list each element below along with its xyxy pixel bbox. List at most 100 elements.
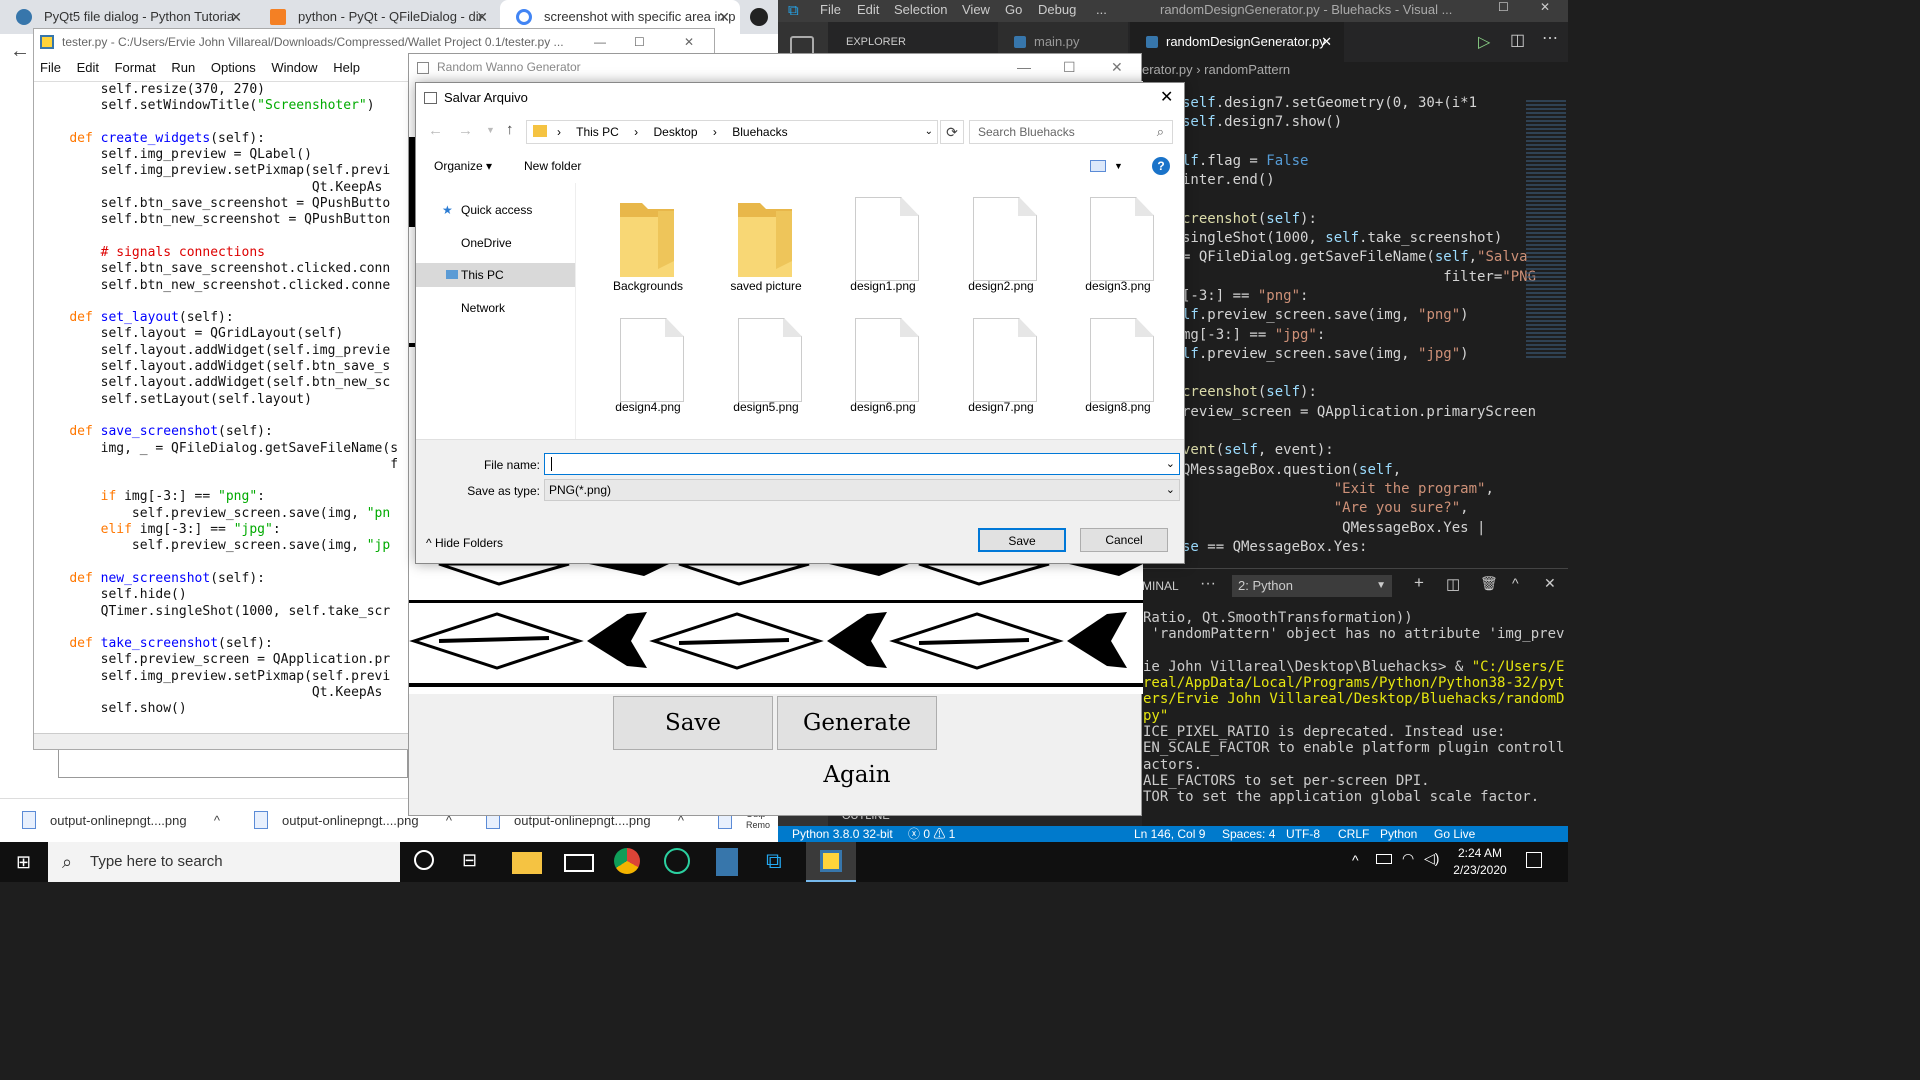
menu-help[interactable]: Help: [333, 60, 360, 75]
menu-format[interactable]: Format: [115, 60, 156, 75]
folder-item[interactable]: Backgrounds: [592, 183, 704, 301]
go-live[interactable]: Go Live: [1434, 826, 1475, 842]
close-icon[interactable]: ✕: [1160, 83, 1173, 113]
breadcrumb-this-pc[interactable]: This PC: [576, 125, 619, 139]
close-icon[interactable]: ✕: [1544, 575, 1556, 592]
refresh-icon[interactable]: ⟳: [940, 120, 964, 144]
chevron-down-icon[interactable]: ⌄: [925, 121, 933, 143]
upwork-icon[interactable]: [664, 848, 690, 874]
encoding[interactable]: UTF-8: [1286, 826, 1320, 842]
wifi-icon[interactable]: ◠: [1402, 850, 1414, 867]
tab-random-design[interactable]: randomDesignGenerator.py ✕: [1130, 22, 1344, 62]
save-type-select[interactable]: PNG(*.png) ⌄: [544, 479, 1180, 501]
breadcrumb-desktop[interactable]: Desktop: [654, 125, 698, 139]
nav-this-pc[interactable]: This PC: [416, 263, 575, 287]
python-idle-icon[interactable]: [716, 848, 738, 876]
split-editor-icon[interactable]: ◫: [1510, 30, 1525, 50]
menu-run[interactable]: Run: [171, 60, 195, 75]
terminal-select[interactable]: 2: Python ▼: [1232, 575, 1392, 597]
maximize-icon[interactable]: ☐: [634, 29, 645, 56]
hide-folders-toggle[interactable]: ^ Hide Folders: [426, 536, 503, 550]
problems-count[interactable]: ⓧ 0 ⚠ 1: [908, 826, 955, 842]
file-item[interactable]: design7.png: [945, 304, 1057, 422]
close-icon[interactable]: ✕: [1321, 22, 1332, 62]
breadcrumb-class[interactable]: randomPattern: [1204, 62, 1290, 77]
back-arrow-icon[interactable]: ←: [10, 40, 30, 63]
menu-view[interactable]: View: [962, 2, 990, 17]
mail-icon[interactable]: [564, 854, 594, 872]
menu-file[interactable]: File: [820, 2, 841, 17]
chevron-down-icon[interactable]: ⌄: [1166, 454, 1175, 474]
file-explorer-icon[interactable]: [512, 852, 542, 874]
chevron-up-icon[interactable]: ^: [1512, 575, 1519, 591]
chevron-up-icon[interactable]: ^: [1352, 852, 1359, 868]
file-item[interactable]: design8.png: [1062, 304, 1174, 422]
menu-go[interactable]: Go: [1005, 2, 1022, 17]
minimap[interactable]: [1526, 100, 1566, 360]
address-bar[interactable]: › This PC › Desktop › Bluehacks ⌄: [526, 120, 938, 144]
run-icon[interactable]: ▷: [1478, 32, 1490, 52]
language-mode[interactable]: Python: [1380, 826, 1417, 842]
menu-edit[interactable]: Edit: [77, 60, 99, 75]
close-icon[interactable]: ✕: [684, 29, 694, 56]
split-terminal-icon[interactable]: ◫: [1446, 575, 1460, 593]
up-arrow-icon[interactable]: ↑: [506, 121, 514, 138]
terminal-output[interactable]: Ratio, Qt.SmoothTransformation)) 'random…: [1143, 610, 1564, 806]
minimize-icon[interactable]: —: [1017, 54, 1031, 81]
line-ending[interactable]: CRLF: [1338, 826, 1369, 842]
download-item[interactable]: output-onlinepngt....png ^: [0, 799, 230, 843]
cortana-icon[interactable]: [414, 850, 434, 870]
save-button[interactable]: Save: [613, 696, 773, 750]
nav-onedrive[interactable]: OneDrive: [416, 231, 575, 255]
menu-window[interactable]: Window: [271, 60, 317, 75]
generate-again-button[interactable]: Generate Again: [777, 696, 937, 788]
folder-item[interactable]: saved picture: [710, 183, 822, 301]
close-icon[interactable]: ✕: [1540, 0, 1550, 14]
file-name-input[interactable]: ⌄: [544, 453, 1180, 475]
back-arrow-icon[interactable]: ←: [428, 122, 443, 139]
menu-edit[interactable]: Edit: [857, 2, 879, 17]
taskbar-search[interactable]: ⌕ Type here to search: [48, 842, 400, 882]
dialog-save-button[interactable]: Save: [978, 528, 1066, 552]
vscode-code-editor[interactable]: self.design7.setGeometry(0, 30+(i*1 self…: [1182, 94, 1536, 557]
notifications-icon[interactable]: [1526, 852, 1542, 868]
organize-button[interactable]: Organize ▾: [434, 151, 492, 181]
file-item[interactable]: design5.png: [710, 304, 822, 422]
menu-more[interactable]: ...: [1096, 2, 1107, 17]
breadcrumb-file[interactable]: erator.py: [1142, 62, 1193, 77]
file-item[interactable]: design3.png: [1062, 183, 1174, 301]
vscode-icon[interactable]: ⧉: [766, 848, 792, 876]
nav-quick-access[interactable]: ★ Quick access: [416, 198, 575, 222]
menu-selection[interactable]: Selection: [894, 2, 947, 17]
python-interpreter[interactable]: Python 3.8.0 32-bit: [792, 826, 893, 842]
more-icon[interactable]: ···: [1200, 575, 1216, 593]
menu-options[interactable]: Options: [211, 60, 256, 75]
dialog-cancel-button[interactable]: Cancel: [1080, 528, 1168, 552]
new-folder-button[interactable]: New folder: [524, 151, 581, 181]
close-icon[interactable]: ✕: [718, 0, 730, 34]
view-options-icon[interactable]: [1090, 160, 1106, 172]
file-item[interactable]: design2.png: [945, 183, 1057, 301]
cursor-position[interactable]: Ln 146, Col 9: [1134, 826, 1205, 842]
task-view-icon[interactable]: ⊟: [462, 850, 477, 871]
plus-icon[interactable]: +: [1414, 573, 1424, 593]
maximize-icon[interactable]: ☐: [1498, 0, 1509, 14]
terminal-tab[interactable]: MINAL: [1142, 579, 1179, 593]
close-icon[interactable]: ✕: [1111, 54, 1123, 81]
github-icon[interactable]: [750, 8, 768, 26]
more-icon[interactable]: ⋯: [1542, 28, 1558, 48]
breadcrumb-bluehacks[interactable]: Bluehacks: [732, 125, 787, 139]
chevron-down-icon[interactable]: ▼: [486, 125, 495, 135]
chevron-down-icon[interactable]: ▼: [1114, 151, 1123, 181]
file-item[interactable]: design1.png: [827, 183, 939, 301]
minimize-icon[interactable]: —: [594, 29, 606, 56]
battery-icon[interactable]: [1376, 854, 1392, 864]
windows-start-icon[interactable]: ⊞: [16, 852, 31, 873]
indentation[interactable]: Spaces: 4: [1222, 826, 1275, 842]
file-item[interactable]: design4.png: [592, 304, 704, 422]
menu-debug[interactable]: Debug: [1038, 2, 1076, 17]
clock[interactable]: 2:24 AM 2/23/2020: [1448, 845, 1512, 879]
trash-icon[interactable]: 🗑: [1480, 575, 1498, 592]
chrome-icon[interactable]: [614, 848, 640, 874]
search-input[interactable]: Search Bluehacks ⌕: [969, 120, 1173, 144]
